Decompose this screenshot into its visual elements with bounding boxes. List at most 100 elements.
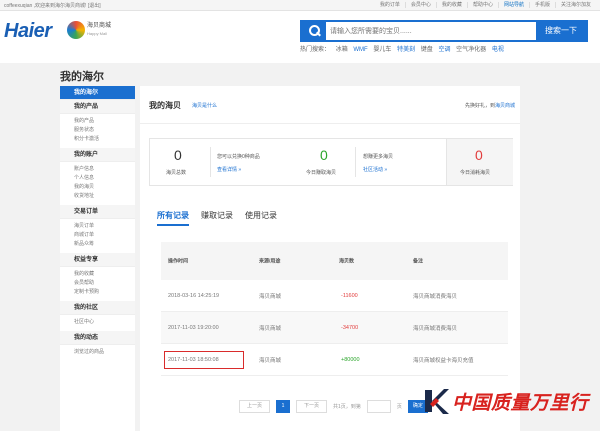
- row-time: 2017-11-03 19:20:00: [168, 324, 219, 331]
- mall-name: 海贝商城 Happy Mall: [87, 23, 111, 37]
- hot-item[interactable]: 电视: [492, 47, 504, 53]
- stat-divider: [210, 147, 211, 177]
- hot-item[interactable]: 婴儿车: [373, 47, 391, 53]
- next-page-button[interactable]: 下一页: [296, 399, 328, 413]
- page-unit: 页: [396, 403, 402, 410]
- search-button[interactable]: 搜索一下: [536, 22, 586, 40]
- sidebar-item[interactable]: 新品众筹: [60, 240, 135, 249]
- page-jump-input[interactable]: [366, 399, 391, 413]
- sidebar-heading-activity: 我的动态: [60, 331, 135, 345]
- sidebar-item[interactable]: 我的收藏: [60, 270, 135, 279]
- total-pages-text: 共1页，到第: [333, 403, 361, 410]
- row-amount: -11600: [341, 292, 358, 299]
- row-note: 海贝商城权益卡海贝充值: [413, 357, 474, 364]
- mall-name-cn: 海贝商城: [87, 23, 112, 29]
- row-note: 海贝商城消费海贝: [413, 325, 458, 332]
- hot-item[interactable]: 冰箱: [336, 47, 348, 53]
- prev-page-button[interactable]: 上一页: [239, 399, 271, 413]
- sidebar-item[interactable]: 商城订单: [60, 231, 135, 240]
- welcome-text: coffeexuqian ,欢迎来到海尔海贝商城! [退出]: [4, 3, 101, 9]
- sidebar-group-benefits: 我的收藏 会员帮助 定制卡预购: [60, 267, 135, 301]
- top-bar: coffeexuqian ,欢迎来到海尔海贝商城! [退出] 我的订单 会员中心…: [0, 0, 600, 11]
- sidebar-item[interactable]: 我的海贝: [60, 183, 135, 192]
- watermark-text: 中国质量万里行: [452, 392, 589, 414]
- sidebar-item[interactable]: 会员帮助: [60, 279, 135, 288]
- sidebar-item[interactable]: 积分卡激活: [60, 135, 135, 144]
- top-link-follow[interactable]: 关注海尔加友: [554, 2, 596, 8]
- search-icon: [302, 22, 326, 40]
- row-source: 海贝商城: [259, 357, 282, 364]
- hot-label: 热门搜索：: [300, 47, 331, 53]
- table-row: 2017-11-03 18:50:08 海贝商城 +80000 海贝商城权益卡海…: [161, 344, 508, 376]
- row-note: 海贝商城消费海贝: [413, 293, 458, 300]
- top-link-member[interactable]: 会员中心: [404, 2, 436, 8]
- stats-box: 0 海贝总数 您可以兑换0种商品 查看详情 » 0 今日赚取海贝 想赚更多海贝 …: [149, 138, 513, 186]
- current-page[interactable]: 1: [276, 399, 291, 413]
- haibei-mall-link[interactable]: 海贝商城: [495, 103, 515, 109]
- sidebar-item[interactable]: 我的产品: [60, 117, 135, 126]
- today-spend-label: 今日消耗海贝: [460, 170, 491, 176]
- hot-searches: 热门搜索： 冰箱 WMF 婴儿车 特美刻 键盘 空调 空气净化器 电视: [300, 44, 508, 53]
- community-activity-link[interactable]: 社区活动 »: [363, 166, 387, 173]
- what-is-haibei-link[interactable]: 海贝是什么: [192, 102, 217, 109]
- records-table: 操作时间 来源/用途 海贝数 备注 2018-03-16 14:25:19 海贝…: [161, 242, 508, 376]
- main-panel: 我的海贝 海贝是什么 先换好礼，到海贝商城 0 海贝总数 您可以兑换0种商品 查…: [140, 86, 520, 431]
- sidebar-item[interactable]: 海贝订单: [60, 222, 135, 231]
- hot-item[interactable]: 空气净化器: [456, 47, 486, 53]
- hot-item[interactable]: 特美刻: [397, 47, 415, 53]
- top-link-mobile[interactable]: 手机版: [528, 2, 555, 8]
- sidebar-item[interactable]: 社区中心: [60, 318, 135, 327]
- sidebar-item-my-haier[interactable]: 我的海尔: [60, 86, 135, 100]
- watermark: 中国质量万里行: [422, 386, 600, 431]
- today-earn-value: 0: [320, 147, 328, 163]
- table-row: 2017-11-03 19:20:00 海贝商城 -34700 海贝商城消费海贝: [161, 312, 508, 344]
- today-earn-label: 今日赚取海贝: [306, 170, 337, 176]
- row-amount: -34700: [341, 324, 359, 331]
- top-link-orders[interactable]: 我的订单: [375, 2, 405, 8]
- watermark-logo-icon: [425, 389, 449, 414]
- row-amount: +80000: [341, 356, 360, 363]
- redeemable-count-text: 您可以兑换0种商品: [217, 154, 260, 160]
- tab-use-records[interactable]: 使用记录: [245, 210, 277, 226]
- tab-earn-records[interactable]: 赚取记录: [201, 210, 233, 226]
- sidebar-heading-orders: 交易订单: [60, 205, 135, 219]
- today-spend-value: 0: [475, 147, 483, 163]
- mall-name-en: Happy Mall: [87, 31, 108, 36]
- happy-mall-logo-icon[interactable]: [67, 21, 85, 39]
- total-haibei-value: 0: [174, 147, 182, 163]
- page-title: 我的海尔: [60, 71, 104, 83]
- col-header-amount: 海贝数: [339, 258, 355, 265]
- col-header-note: 备注: [413, 258, 424, 265]
- hot-item[interactable]: 键盘: [421, 47, 433, 53]
- sidebar-heading-account: 我的账户: [60, 148, 135, 162]
- sidebar-item[interactable]: 收货地址: [60, 192, 135, 201]
- sidebar-item[interactable]: 浏览过的商品: [60, 348, 135, 357]
- top-link-favorites[interactable]: 我的收藏: [435, 2, 467, 8]
- sidebar-item[interactable]: 个人信息: [60, 174, 135, 183]
- top-link-help[interactable]: 帮助中心: [466, 2, 498, 8]
- top-link-sitemap[interactable]: 网站导航: [497, 2, 529, 8]
- hot-item[interactable]: WMF: [353, 47, 367, 53]
- sidebar-group-account: 账户信息 个人信息 我的海贝 收货地址: [60, 162, 135, 205]
- pagination: 上一页 1 下一页 共1页，到第 页 确定: [239, 399, 428, 413]
- tab-all-records[interactable]: 所有记录: [157, 210, 189, 226]
- sidebar-heading-community: 我的社区: [60, 301, 135, 315]
- main-title: 我的海贝: [149, 101, 181, 110]
- sidebar: 我的海尔 我的产品 我的产品 服务状态 积分卡激活 我的账户 账户信息 个人信息…: [60, 86, 135, 431]
- record-tabs: 所有记录 赚取记录 使用记录: [157, 210, 277, 226]
- row-source: 海贝商城: [259, 325, 282, 332]
- row-time: 2017-11-03 18:50:08: [168, 356, 219, 363]
- table-row: 2018-03-16 14:25:19 海贝商城 -11600 海贝商城消费海贝: [161, 280, 508, 312]
- main-header: 我的海贝 海贝是什么 先换好礼，到海贝商城: [140, 86, 520, 124]
- hot-item[interactable]: 空调: [438, 47, 450, 53]
- haier-logo[interactable]: Haier: [4, 20, 52, 43]
- today-spend-box: 0 今日消耗海贝: [446, 139, 513, 185]
- row-time: 2018-03-16 14:25:19: [168, 292, 220, 299]
- sidebar-item[interactable]: 服务状态: [60, 126, 135, 135]
- sidebar-item[interactable]: 账户信息: [60, 165, 135, 174]
- view-details-link[interactable]: 查看详情 »: [217, 166, 241, 173]
- search-input[interactable]: [330, 23, 510, 39]
- sidebar-item[interactable]: 定制卡预购: [60, 288, 135, 297]
- sidebar-group-activity: 浏览过的商品: [60, 345, 135, 361]
- stat-divider: [355, 147, 356, 177]
